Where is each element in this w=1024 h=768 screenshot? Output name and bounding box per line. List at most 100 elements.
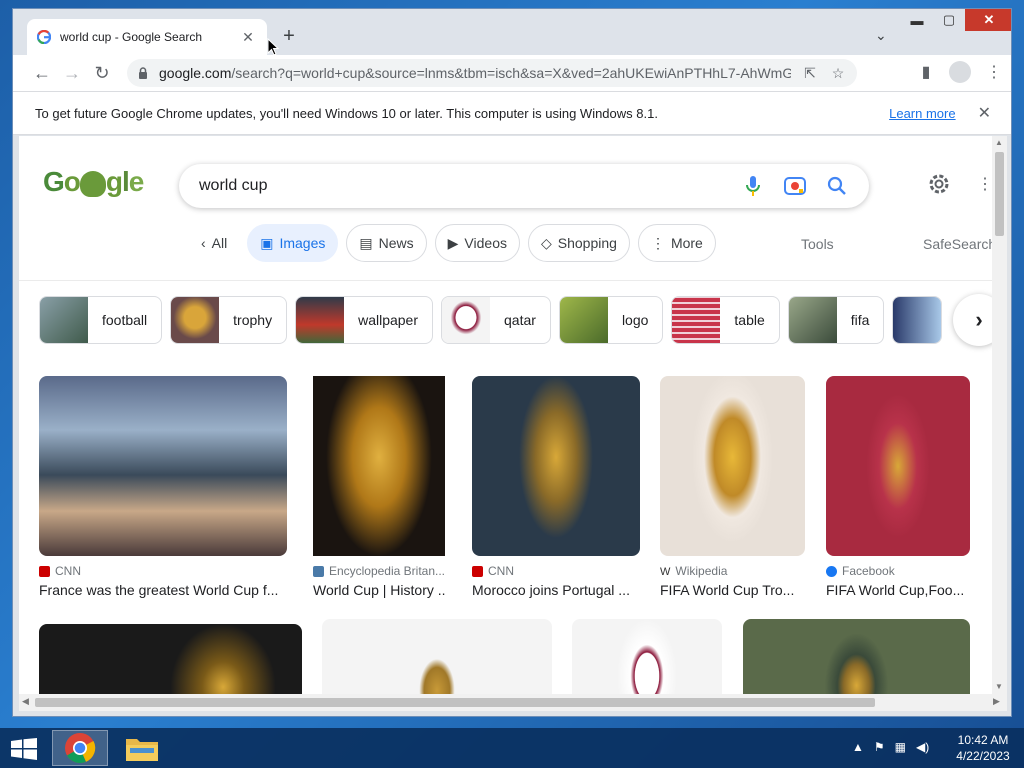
image-result[interactable] [322, 619, 552, 694]
chip-fifa[interactable]: fifa [787, 296, 885, 344]
vertical-scroll-thumb[interactable] [995, 152, 1004, 236]
minimize-icon[interactable]: ▬ [901, 9, 933, 31]
windows-start-icon[interactable] [10, 738, 38, 760]
volume-icon[interactable]: ◀) [916, 740, 929, 754]
maximize-icon[interactable]: ▢ [933, 9, 965, 31]
chip-thumbnail [893, 297, 942, 343]
result-source[interactable]: CNN [39, 564, 287, 578]
result-image[interactable] [743, 619, 970, 694]
microphone-icon[interactable] [741, 174, 765, 198]
scroll-down-icon[interactable]: ▼ [995, 682, 1003, 691]
search-icon[interactable] [825, 174, 849, 198]
chip-label: football [102, 312, 148, 328]
chip-label: table [734, 312, 765, 328]
network-icon[interactable]: ▦ [895, 740, 906, 754]
safesearch-button[interactable]: SafeSearch [923, 236, 992, 252]
chip-qatar[interactable]: qatar [441, 296, 551, 344]
tab-videos[interactable]: ▶ Videos [434, 224, 520, 262]
result-image[interactable] [572, 619, 722, 694]
chrome-window: world cup - Google Search ✕ + ⌄ ▬ ▢ ✕ ← … [12, 8, 1012, 717]
menu-kebab-icon[interactable]: ⋮ [983, 61, 1005, 83]
page-content: Google world cup [19, 136, 992, 694]
result-image[interactable] [826, 376, 970, 556]
share-icon[interactable]: ⇱ [801, 64, 819, 82]
bookmark-star-icon[interactable]: ☆ [829, 64, 847, 82]
result-title[interactable]: Morocco joins Portugal ... [472, 582, 640, 598]
image-result[interactable] [572, 619, 722, 694]
scroll-up-icon[interactable]: ▲ [995, 138, 1003, 147]
tab-more[interactable]: ⋮ More [637, 224, 716, 262]
taskbar-file-explorer[interactable] [114, 730, 170, 766]
tab-all[interactable]: ‹ All [189, 224, 239, 262]
chips-next-chevron-icon[interactable]: › [953, 294, 992, 346]
chip-logo[interactable]: logo [558, 296, 664, 344]
profile-avatar[interactable] [949, 61, 971, 83]
chip-football[interactable]: football [39, 296, 163, 344]
vertical-scrollbar[interactable]: ▲ ▼ [992, 136, 1007, 694]
window-close-icon[interactable]: ✕ [965, 9, 1011, 31]
result-title[interactable]: FIFA World Cup,Foo... [826, 582, 970, 598]
result-image[interactable] [472, 376, 640, 556]
result-title[interactable]: FIFA World Cup Tro... [660, 582, 805, 598]
chip-thumbnail [171, 297, 220, 343]
chip-trophy[interactable]: trophy [170, 296, 288, 344]
infobar-close-icon[interactable]: ✕ [978, 103, 991, 123]
reload-icon[interactable]: ↻ [87, 63, 117, 84]
image-result[interactable] [743, 619, 970, 694]
taskbar-chrome[interactable] [52, 730, 108, 766]
image-result[interactable]: Encyclopedia Britan... World Cup | Histo… [313, 376, 445, 598]
result-title[interactable]: World Cup | History ... [313, 582, 445, 598]
apps-grid-icon[interactable]: ⋮ [977, 174, 992, 194]
result-image[interactable] [39, 376, 287, 556]
new-tab-icon[interactable]: + [279, 25, 299, 47]
scroll-right-icon[interactable]: ▶ [993, 696, 1000, 707]
browser-tab[interactable]: world cup - Google Search ✕ [27, 19, 267, 55]
camera-lens-icon[interactable] [783, 174, 807, 198]
result-source[interactable]: Encyclopedia Britan... [313, 564, 445, 578]
url-text: google.com/search?q=world+cup&source=lnm… [159, 65, 791, 81]
image-result[interactable]: CNN France was the greatest World Cup f.… [39, 376, 287, 598]
chip-thumbnail [672, 297, 721, 343]
horizontal-scrollbar[interactable]: ◀ ▶ [19, 694, 1007, 711]
result-source[interactable]: W Wikipedia [660, 564, 805, 578]
result-image[interactable] [39, 624, 302, 694]
result-image[interactable] [313, 376, 445, 556]
action-center-flag-icon[interactable]: ⚑ [874, 740, 885, 754]
back-icon[interactable]: ← [27, 63, 57, 84]
tools-button[interactable]: Tools [801, 236, 834, 252]
google-logo[interactable]: Google [43, 166, 144, 198]
tab-close-icon[interactable]: ✕ [239, 29, 257, 46]
chip-wallpaper[interactable]: wallpaper [295, 296, 434, 344]
tab-images[interactable]: ▣ Images [247, 224, 339, 262]
lock-icon [139, 67, 147, 79]
result-source[interactable]: Facebook [826, 564, 970, 578]
news-icon: ▤ [359, 234, 373, 251]
learn-more-link[interactable]: Learn more [889, 106, 955, 121]
result-title[interactable]: France was the greatest World Cup f... [39, 582, 287, 598]
result-image[interactable] [322, 619, 552, 694]
search-box[interactable]: world cup [179, 164, 869, 208]
tab-shopping[interactable]: ◇ Shopping [527, 224, 630, 262]
image-result[interactable]: CNN Morocco joins Portugal ... [472, 376, 640, 598]
tab-news[interactable]: ▤ News [346, 224, 427, 262]
chip-thumbnail [442, 297, 491, 343]
image-result[interactable]: Facebook FIFA World Cup,Foo... [826, 376, 970, 598]
chip-extra[interactable] [892, 296, 943, 344]
image-result[interactable]: W Wikipedia FIFA World Cup Tro... [660, 376, 805, 598]
horizontal-scroll-thumb[interactable] [35, 698, 875, 707]
taskbar-clock[interactable]: 10:42 AM 4/22/2023 [950, 732, 1016, 764]
chip-table[interactable]: table [671, 296, 780, 344]
show-hidden-icons-icon[interactable]: ▲ [852, 740, 864, 754]
side-panel-icon[interactable]: ▮ [915, 61, 937, 83]
forward-icon[interactable]: → [57, 63, 87, 84]
address-bar[interactable]: google.com/search?q=world+cup&source=lnm… [127, 59, 857, 87]
result-image[interactable] [660, 376, 805, 556]
settings-gear-icon[interactable] [927, 172, 951, 196]
search-query[interactable]: world cup [199, 177, 723, 195]
image-result[interactable] [39, 624, 302, 694]
clock-date: 4/22/2023 [956, 749, 1010, 763]
result-source[interactable]: CNN [472, 564, 640, 578]
scroll-left-icon[interactable]: ◀ [22, 696, 29, 707]
tab-search-icon[interactable]: ⌄ [875, 27, 887, 44]
more-dots-icon: ⋮ [650, 234, 665, 251]
